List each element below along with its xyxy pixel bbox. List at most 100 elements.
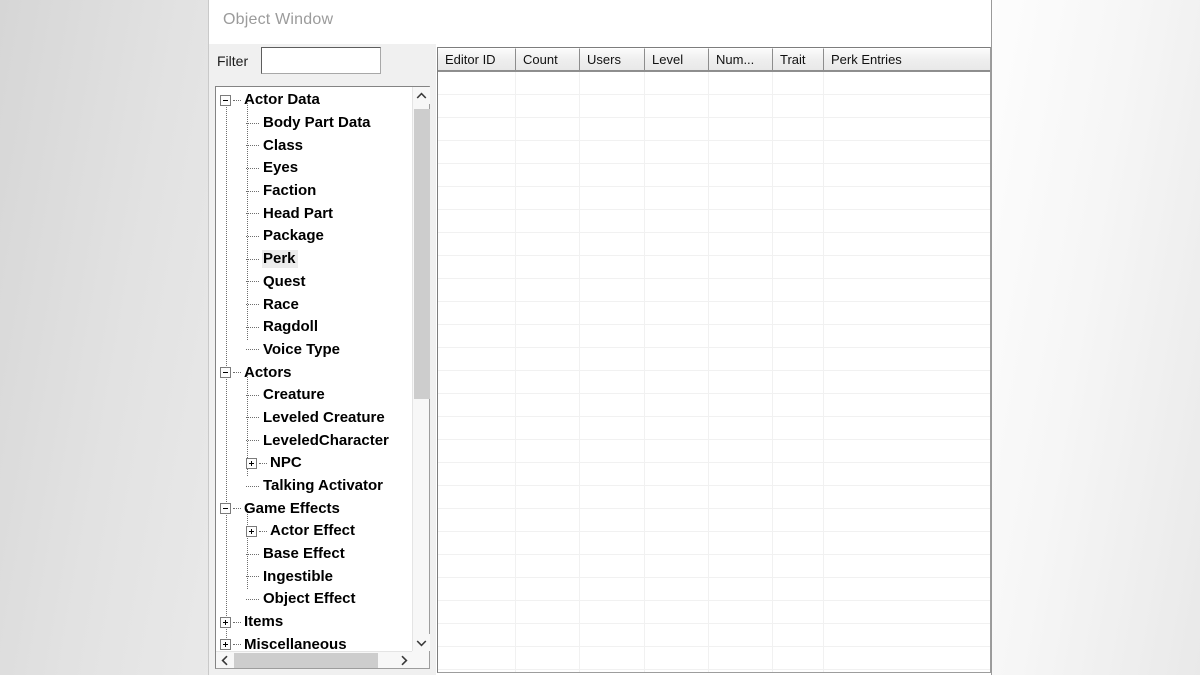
table-row[interactable] bbox=[438, 371, 990, 394]
tree-vertical-scrollbar[interactable] bbox=[412, 87, 430, 651]
tree-item-label: Ingestible bbox=[263, 567, 334, 585]
tree-item-creature[interactable]: Creature bbox=[216, 384, 412, 407]
tree-item-quest[interactable]: Quest bbox=[216, 271, 412, 294]
expand-plus-icon[interactable] bbox=[246, 525, 257, 537]
column-header-trait[interactable]: Trait bbox=[773, 48, 824, 71]
scroll-right-button[interactable] bbox=[395, 652, 412, 669]
tree-item-perk[interactable]: Perk bbox=[216, 248, 412, 271]
object-list-view[interactable]: Editor ID Count Users Level Num... Trait Perk … bbox=[437, 47, 991, 673]
filter-input[interactable] bbox=[261, 47, 381, 74]
collapse-minus-icon[interactable] bbox=[220, 94, 231, 106]
expand-plus-icon[interactable] bbox=[246, 457, 257, 469]
tree-connector-line bbox=[233, 99, 241, 101]
scroll-down-button[interactable] bbox=[413, 634, 430, 651]
tree-item-leveledcharacter[interactable]: LeveledCharacter bbox=[216, 429, 412, 452]
tree-item-items[interactable]: Items bbox=[216, 611, 412, 634]
tree-item-leveled-creature[interactable]: Leveled Creature bbox=[216, 407, 412, 430]
tree-item-eyes[interactable]: Eyes bbox=[216, 157, 412, 180]
tree-item-package[interactable]: Package bbox=[216, 225, 412, 248]
tree-item-object-effect[interactable]: Object Effect bbox=[216, 588, 412, 611]
table-row[interactable] bbox=[438, 95, 990, 118]
tree-item-miscellaneous[interactable]: Miscellaneous bbox=[216, 634, 412, 651]
tree-item-actor-data[interactable]: Actor Data bbox=[216, 89, 412, 112]
tree-item-race[interactable]: Race bbox=[216, 293, 412, 316]
table-row[interactable] bbox=[438, 302, 990, 325]
tree-connector-line bbox=[233, 372, 241, 374]
collapse-minus-icon[interactable] bbox=[220, 367, 231, 379]
tree-item-label: Items bbox=[244, 613, 284, 631]
column-header-level[interactable]: Level bbox=[645, 48, 709, 71]
tree-item-ragdoll[interactable]: Ragdoll bbox=[216, 316, 412, 339]
list-column-headers: Editor ID Count Users Level Num... Trait Perk … bbox=[438, 48, 990, 72]
table-row[interactable] bbox=[438, 624, 990, 647]
tree-item-class[interactable]: Class bbox=[216, 134, 412, 157]
object-window: Object Window Filter Actor Data Body Part… bbox=[208, 0, 992, 675]
table-row[interactable] bbox=[438, 72, 990, 95]
tree-item-label: NPC bbox=[270, 454, 302, 472]
table-row[interactable] bbox=[438, 486, 990, 509]
table-row[interactable] bbox=[438, 164, 990, 187]
tree-connector-line bbox=[246, 167, 259, 169]
tree-item-label: Class bbox=[263, 136, 304, 154]
column-header-num[interactable]: Num... bbox=[709, 48, 773, 71]
tree-item-talking-activator[interactable]: Talking Activator bbox=[216, 475, 412, 498]
list-rows-area[interactable] bbox=[438, 72, 990, 672]
column-header-perk-entries[interactable]: Perk Entries bbox=[824, 48, 990, 71]
scrollbar-corner bbox=[412, 651, 429, 668]
tree-vertical-scroll-thumb[interactable] bbox=[414, 109, 430, 399]
table-row[interactable] bbox=[438, 394, 990, 417]
tree-item-ingestible[interactable]: Ingestible bbox=[216, 565, 412, 588]
table-row[interactable] bbox=[438, 233, 990, 256]
table-row[interactable] bbox=[438, 509, 990, 532]
tree-connector-line bbox=[246, 281, 259, 283]
tree-item-npc[interactable]: NPC bbox=[216, 452, 412, 475]
collapse-minus-icon[interactable] bbox=[220, 503, 231, 515]
expand-plus-icon[interactable] bbox=[220, 616, 231, 628]
tree-connector-line bbox=[233, 508, 241, 510]
window-titlebar: Object Window bbox=[209, 0, 991, 44]
tree-item-label: Body Part Data bbox=[263, 114, 371, 132]
tree-viewport[interactable]: Actor Data Body Part Data Class Eyes Faction… bbox=[216, 87, 412, 651]
table-row[interactable] bbox=[438, 256, 990, 279]
tree-item-actor-effect[interactable]: Actor Effect bbox=[216, 520, 412, 543]
tree-connector-line bbox=[246, 235, 259, 237]
chevron-left-icon bbox=[220, 655, 229, 666]
tree-item-body-part-data[interactable]: Body Part Data bbox=[216, 112, 412, 135]
scroll-up-button[interactable] bbox=[413, 87, 430, 104]
table-row[interactable] bbox=[438, 647, 990, 670]
table-row[interactable] bbox=[438, 187, 990, 210]
table-row[interactable] bbox=[438, 555, 990, 578]
table-row[interactable] bbox=[438, 325, 990, 348]
column-header-count[interactable]: Count bbox=[516, 48, 580, 71]
tree-item-label: Actor Data bbox=[244, 91, 320, 109]
table-row[interactable] bbox=[438, 532, 990, 555]
table-row[interactable] bbox=[438, 279, 990, 302]
tree-item-head-part[interactable]: Head Part bbox=[216, 202, 412, 225]
tree-horizontal-scroll-thumb[interactable] bbox=[234, 653, 378, 668]
column-header-label: Users bbox=[587, 52, 621, 67]
tree-connector-line bbox=[246, 258, 259, 260]
table-row[interactable] bbox=[438, 440, 990, 463]
table-row[interactable] bbox=[438, 210, 990, 233]
table-row[interactable] bbox=[438, 578, 990, 601]
tree-item-game-effects[interactable]: Game Effects bbox=[216, 497, 412, 520]
table-row[interactable] bbox=[438, 141, 990, 164]
tree-item-faction[interactable]: Faction bbox=[216, 180, 412, 203]
expand-plus-icon[interactable] bbox=[220, 639, 231, 651]
tree-item-label: Actors bbox=[244, 363, 292, 381]
table-row[interactable] bbox=[438, 417, 990, 440]
table-row[interactable] bbox=[438, 601, 990, 624]
column-header-editor-id[interactable]: Editor ID bbox=[438, 48, 516, 71]
tree-item-label: LeveledCharacter bbox=[263, 431, 389, 449]
tree-item-base-effect[interactable]: Base Effect bbox=[216, 543, 412, 566]
table-row[interactable] bbox=[438, 463, 990, 486]
tree-horizontal-scrollbar[interactable] bbox=[216, 651, 412, 668]
tree-item-voice-type[interactable]: Voice Type bbox=[216, 339, 412, 362]
table-row[interactable] bbox=[438, 348, 990, 371]
column-header-users[interactable]: Users bbox=[580, 48, 645, 71]
tree-item-label: Perk bbox=[262, 250, 298, 269]
tree-item-actors[interactable]: Actors bbox=[216, 361, 412, 384]
chevron-down-icon bbox=[416, 639, 427, 647]
scroll-left-button[interactable] bbox=[216, 652, 233, 669]
table-row[interactable] bbox=[438, 118, 990, 141]
